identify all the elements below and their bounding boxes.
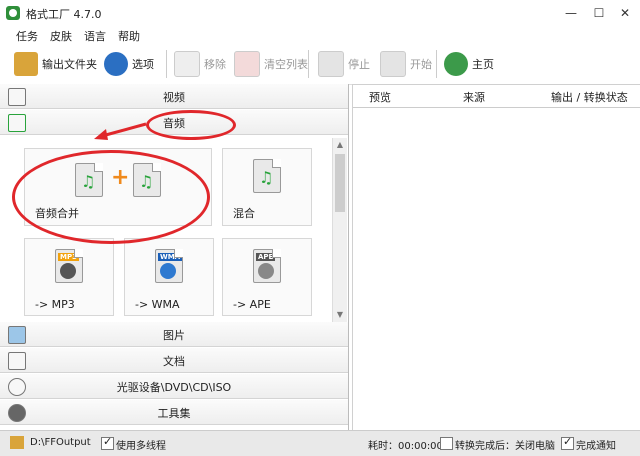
annotation-arrow <box>94 122 147 140</box>
